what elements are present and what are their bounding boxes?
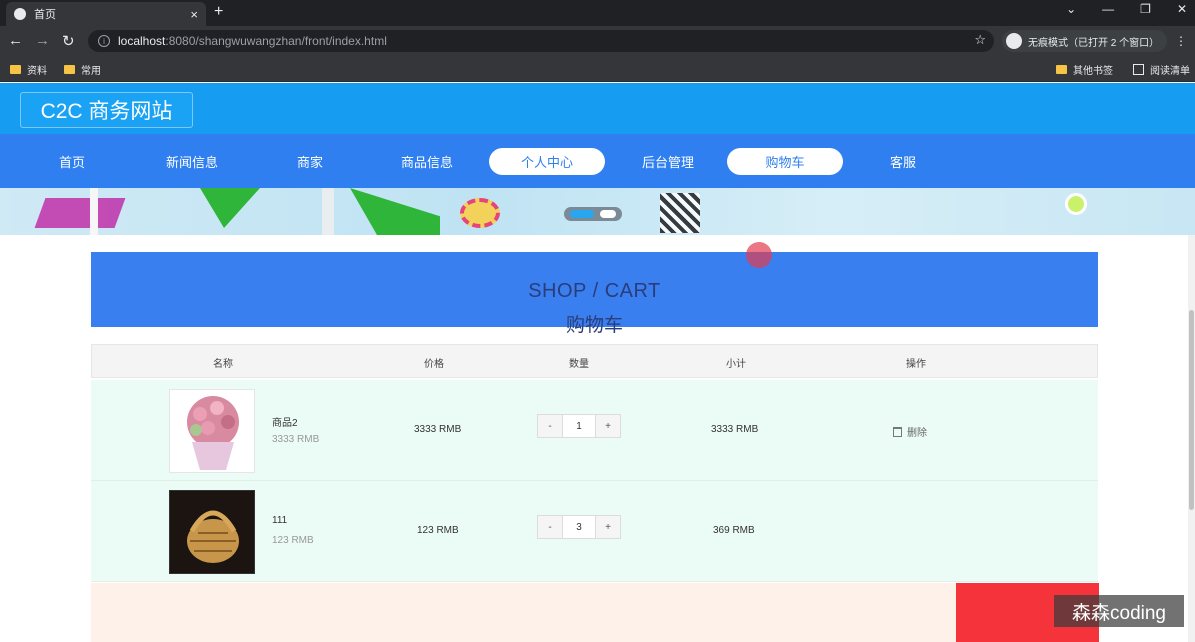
product-name[interactable]: 111 xyxy=(272,515,287,526)
nav-admin[interactable]: 后台管理 xyxy=(610,148,726,175)
main-nav: 首页 新闻信息 商家 商品信息 个人中心 后台管理 购物车 客服 xyxy=(0,134,1195,188)
item-subtotal: 3333 RMB xyxy=(711,424,759,435)
url-host: localhost xyxy=(118,34,166,48)
nav-news[interactable]: 新闻信息 xyxy=(134,148,250,175)
increment-button[interactable]: + xyxy=(596,516,620,538)
bookmarks-bar: 资料 常用 其他书签 阅读清单 xyxy=(0,56,1195,82)
cart-row: 商品2 3333 RMB 3333 RMB - 1 + 3333 RMB 删除 xyxy=(91,380,1098,481)
header-price: 价格 xyxy=(424,359,444,370)
item-price: 123 RMB xyxy=(417,525,459,536)
url-path: :8080/shangwuwangzhan/front/index.html xyxy=(165,34,387,48)
mouse-cursor-highlight xyxy=(746,242,772,268)
quantity-stepper: - 3 + xyxy=(537,515,621,539)
bookmark-label: 资料 xyxy=(27,66,47,77)
stick-shape xyxy=(90,188,98,235)
tab-search-icon[interactable]: ⌄ xyxy=(1066,2,1076,16)
bookmark-label: 常用 xyxy=(81,66,101,77)
scrollbar-thumb[interactable] xyxy=(1189,310,1194,510)
carousel-dot[interactable] xyxy=(600,210,616,218)
cart-summary-bar xyxy=(91,583,1098,642)
carousel-dot-active[interactable] xyxy=(570,210,594,218)
reading-list-label: 阅读清单 xyxy=(1150,66,1190,77)
folder-icon xyxy=(1056,65,1067,74)
delete-button[interactable]: 删除 xyxy=(893,424,927,439)
nav-personal-center[interactable]: 个人中心 xyxy=(489,148,605,175)
reading-list-icon xyxy=(1133,64,1144,75)
window-controls: ⌄ — ❐ ✕ xyxy=(1066,2,1187,16)
product-image-basket[interactable] xyxy=(169,490,255,574)
back-arrow-icon[interactable]: ← xyxy=(8,32,23,49)
header-qty: 数量 xyxy=(569,359,589,370)
quantity-stepper: - 1 + xyxy=(537,414,621,438)
cart-title-en: SHOP / CART xyxy=(528,280,661,302)
bookmark-star-icon[interactable]: ☆ xyxy=(974,32,986,48)
delete-label: 删除 xyxy=(907,428,927,439)
incognito-label: 无痕模式（已打开 2 个窗口） xyxy=(1028,37,1160,49)
header-name: 名称 xyxy=(213,359,233,370)
reading-list[interactable]: 阅读清单 xyxy=(1133,62,1190,77)
menu-kebab-icon[interactable]: ⋮ xyxy=(1175,34,1187,48)
tab-title: 首页 xyxy=(34,9,56,21)
incognito-icon xyxy=(1006,33,1022,49)
watermark: 森森coding xyxy=(1054,595,1184,627)
decrement-button[interactable]: - xyxy=(538,516,562,538)
green-flag-shape xyxy=(350,188,440,235)
lollipop-shape xyxy=(1065,193,1087,215)
nav-merchants[interactable]: 商家 xyxy=(252,148,368,175)
new-tab-button[interactable]: + xyxy=(214,3,223,21)
quantity-input[interactable]: 1 xyxy=(562,415,596,437)
tab-close-button[interactable]: × xyxy=(190,7,198,22)
product-image-flowers[interactable] xyxy=(169,389,255,473)
product-unit-price: 3333 RMB xyxy=(272,434,320,445)
cart-table-header: 名称 价格 数量 小计 操作 xyxy=(91,344,1098,378)
folder-icon xyxy=(64,65,75,74)
nav-home[interactable]: 首页 xyxy=(14,148,130,175)
header-subtotal: 小计 xyxy=(726,359,746,370)
minimize-button[interactable]: — xyxy=(1102,2,1114,16)
cart-row: 111 123 RMB 123 RMB - 3 + 369 RMB xyxy=(91,481,1098,582)
bookmark-folder-changyong[interactable]: 常用 xyxy=(64,62,101,77)
restore-button[interactable]: ❐ xyxy=(1140,2,1151,16)
site-logo[interactable]: C2C 商务网站 xyxy=(20,92,193,128)
url-input[interactable]: i localhost :8080/shangwuwangzhan/front/… xyxy=(88,30,994,52)
item-price: 3333 RMB xyxy=(414,424,462,435)
item-subtotal: 369 RMB xyxy=(713,525,755,536)
close-window-button[interactable]: ✕ xyxy=(1177,2,1187,16)
site-header: C2C 商务网站 xyxy=(0,83,1195,134)
quantity-input[interactable]: 3 xyxy=(562,516,596,538)
incognito-badge[interactable]: 无痕模式（已打开 2 个窗口） xyxy=(1002,30,1168,52)
address-bar-row: ← → ↻ i localhost :8080/shangwuwangzhan/… xyxy=(0,26,1195,56)
cart-title-banner: SHOP / CART 购物车 xyxy=(91,252,1098,336)
cart-page: SHOP / CART 购物车 名称 价格 数量 小计 操作 商品2 3333 … xyxy=(0,235,1195,642)
bookmark-folder-ziliao[interactable]: 资料 xyxy=(10,62,47,77)
ribbon-shape xyxy=(34,198,126,228)
header-action: 操作 xyxy=(906,359,926,370)
increment-button[interactable]: + xyxy=(596,415,620,437)
product-name[interactable]: 商品2 xyxy=(272,414,298,429)
striped-candy-shape xyxy=(660,193,700,233)
green-flag-shape xyxy=(200,188,260,228)
other-bookmarks[interactable]: 其他书签 xyxy=(1056,62,1113,77)
decrement-button[interactable]: - xyxy=(538,415,562,437)
pole-shape xyxy=(322,188,334,235)
banner-image xyxy=(0,188,1195,235)
browser-tab-bar: 首页 × + ⌄ — ❐ ✕ xyxy=(0,0,1195,26)
nav-products[interactable]: 商品信息 xyxy=(369,148,485,175)
info-icon[interactable]: i xyxy=(98,35,110,47)
cart-title-zh: 购物车 xyxy=(565,315,623,336)
globe-icon xyxy=(14,8,26,20)
reload-icon[interactable]: ↻ xyxy=(62,32,75,50)
other-bookmarks-label: 其他书签 xyxy=(1073,66,1113,77)
forward-arrow-icon[interactable]: → xyxy=(35,32,50,49)
trash-icon xyxy=(893,426,902,437)
candy-shape xyxy=(460,198,500,228)
nav-customer-service[interactable]: 客服 xyxy=(845,148,961,175)
nav-cart[interactable]: 购物车 xyxy=(727,148,843,175)
browser-tab[interactable]: 首页 × xyxy=(6,2,206,26)
product-unit-price: 123 RMB xyxy=(272,535,314,546)
folder-icon xyxy=(10,65,21,74)
